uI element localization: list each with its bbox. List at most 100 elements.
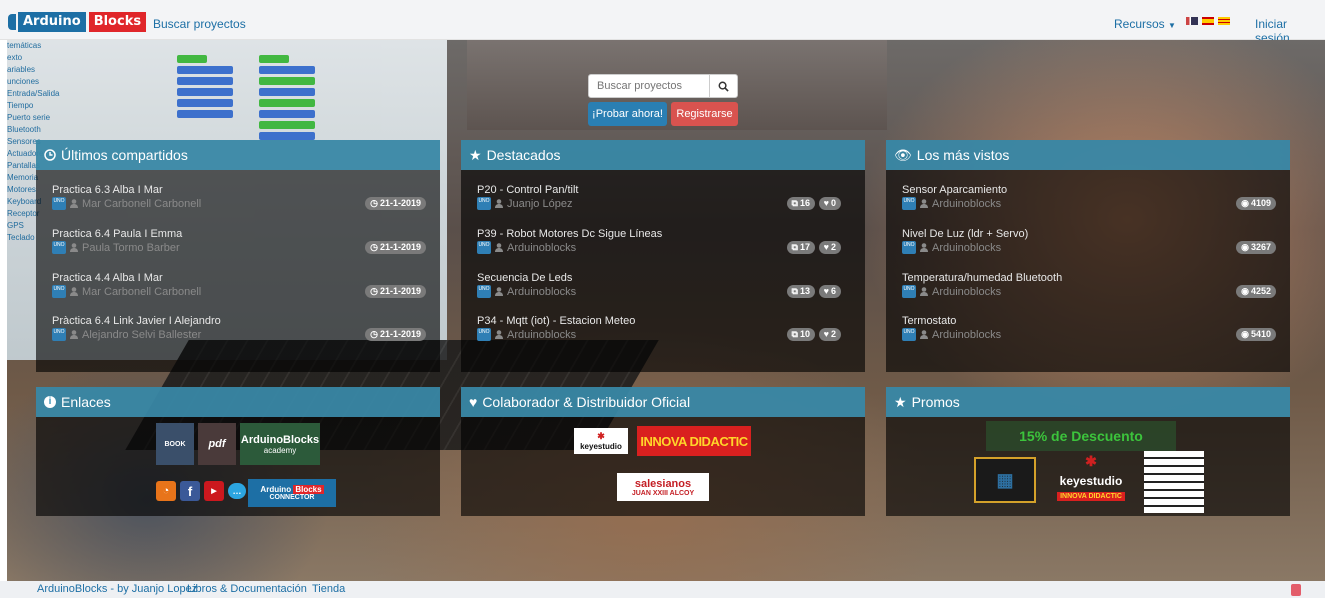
youtube-icon[interactable]: ▶ bbox=[204, 481, 224, 501]
footer-shop-link[interactable]: Tienda bbox=[312, 583, 345, 595]
uk-flag-icon[interactable] bbox=[1186, 17, 1198, 25]
valencia-flag-icon[interactable] bbox=[1218, 17, 1230, 25]
heart-icon: ♥ bbox=[823, 329, 829, 339]
arduino-uno-icon: UNO bbox=[477, 285, 491, 298]
project-owner: Arduinoblocks bbox=[932, 197, 1002, 210]
spain-flag-icon[interactable] bbox=[1202, 17, 1214, 25]
user-icon bbox=[920, 199, 928, 208]
project-meta: UNO Arduinoblocks bbox=[902, 241, 1001, 254]
info-icon: i bbox=[44, 396, 56, 408]
links-panel-title: Enlaces bbox=[61, 394, 111, 410]
project-meta: UNO Arduinoblocks bbox=[902, 328, 1001, 341]
project-owner: Alejandro Selvi Ballester bbox=[82, 328, 202, 341]
date-badge: ◷ 21-1-2019 bbox=[365, 241, 426, 254]
project-title[interactable]: Practica 6.3 Alba I Mar bbox=[52, 184, 430, 196]
hero-search-box bbox=[588, 74, 738, 98]
book-cover-1[interactable]: BOOK bbox=[156, 423, 194, 465]
innova-didactic-logo[interactable]: INNOVA DIDACTIC bbox=[637, 426, 751, 456]
most-viewed-item[interactable]: Nivel De Luz (ldr + Servo) UNO Arduinobl… bbox=[902, 228, 1280, 268]
arduino-uno-icon: UNO bbox=[902, 328, 916, 341]
nav-resources-dropdown[interactable]: Recursos ▼ bbox=[1114, 17, 1176, 31]
project-title[interactable]: Temperatura/humedad Bluetooth bbox=[902, 272, 1280, 284]
views-badge: ◉ 3267 bbox=[1236, 241, 1276, 254]
hero-search-button[interactable] bbox=[709, 75, 737, 97]
latest-item[interactable]: Practica 4.4 Alba I Mar UNO Mar Carbonel… bbox=[52, 272, 430, 312]
connector-link[interactable]: Arduino Blocks CONNECTOR bbox=[248, 479, 336, 507]
bookmark-icon[interactable] bbox=[1291, 584, 1301, 596]
project-owner: Mar Carbonell Carbonell bbox=[82, 285, 202, 298]
project-title[interactable]: Practica 6.4 Paula I Emma bbox=[52, 228, 430, 240]
project-title[interactable]: Practica 4.4 Alba I Mar bbox=[52, 272, 430, 284]
project-title[interactable]: P39 - Robot Motores Dc Sigue Líneas bbox=[477, 228, 855, 240]
most-viewed-item[interactable]: Termostato UNO Arduinoblocks ◉ 5410 bbox=[902, 315, 1280, 355]
featured-item[interactable]: Secuencia De Leds UNO Arduinoblocks ⧉ 13 … bbox=[477, 272, 855, 312]
project-title[interactable]: Pràctica 6.4 Link Javier I Alejandro bbox=[52, 315, 430, 327]
date-badge: ◷ 21-1-2019 bbox=[365, 328, 426, 341]
project-title[interactable]: P34 - Mqtt (iot) - Estacion Meteo bbox=[477, 315, 855, 327]
project-owner: Arduinoblocks bbox=[507, 285, 577, 298]
academy-link[interactable]: ArduinoBlocks academy bbox=[240, 423, 320, 465]
keyestudio-logo[interactable]: ✱ keyestudio bbox=[574, 428, 628, 454]
latest-item[interactable]: Practica 6.3 Alba I Mar UNO Mar Carbonel… bbox=[52, 184, 430, 224]
brand-part1: Arduino bbox=[18, 12, 86, 32]
eye-icon: 👁 bbox=[894, 147, 912, 163]
project-title[interactable]: P20 - Control Pan/tilt bbox=[477, 184, 855, 196]
most-viewed-item[interactable]: Sensor Aparcamiento UNO Arduinoblocks ◉ 4… bbox=[902, 184, 1280, 224]
promo-keyestudio-label: keyestudio bbox=[1059, 474, 1123, 488]
facebook-icon[interactable]: f bbox=[180, 481, 200, 501]
project-owner: Arduinoblocks bbox=[507, 328, 577, 341]
links-panel-header: i Enlaces bbox=[36, 387, 440, 417]
latest-item[interactable]: Pràctica 6.4 Link Javier I Alejandro UNO… bbox=[52, 315, 430, 355]
arduino-uno-icon: UNO bbox=[902, 241, 916, 254]
footer-docs-link[interactable]: Libros & Documentación bbox=[187, 583, 307, 595]
nav-search-projects-link[interactable]: Buscar proyectos bbox=[153, 17, 246, 31]
project-meta: UNO Mar Carbonell Carbonell bbox=[52, 197, 201, 210]
project-meta: UNO Juanjo López bbox=[477, 197, 572, 210]
arduino-uno-icon: UNO bbox=[477, 197, 491, 210]
register-button[interactable]: Registrarse bbox=[671, 102, 738, 126]
views-value: 5410 bbox=[1250, 329, 1271, 339]
most-viewed-panel-title: Los más vistos bbox=[916, 147, 1010, 163]
discount-banner[interactable]: 15% de Descuento bbox=[986, 421, 1176, 451]
featured-item[interactable]: P34 - Mqtt (iot) - Estacion Meteo UNO Ar… bbox=[477, 315, 855, 355]
footer-credit-link[interactable]: ArduinoBlocks - by Juanjo Lopez bbox=[37, 583, 197, 595]
featured-item[interactable]: P20 - Control Pan/tilt UNO Juanjo López … bbox=[477, 184, 855, 224]
arduino-board-image[interactable]: ▦ bbox=[974, 457, 1036, 503]
promo-brands[interactable]: ✱ keyestudio INNOVA DIDACTIC bbox=[1046, 451, 1136, 503]
clock-icon: ◷ bbox=[370, 329, 378, 339]
featured-item[interactable]: P39 - Robot Motores Dc Sigue Líneas UNO … bbox=[477, 228, 855, 268]
chat-icon[interactable]: … bbox=[228, 483, 246, 499]
pdf-book-link[interactable]: pdf bbox=[198, 423, 236, 465]
most-viewed-item[interactable]: Temperatura/humedad Bluetooth UNO Arduin… bbox=[902, 272, 1280, 312]
arduino-uno-icon: UNO bbox=[52, 328, 66, 341]
connector-brand-part1: Arduino bbox=[260, 485, 292, 494]
bg-side-item: unciones bbox=[7, 77, 40, 86]
copy-icon: ⧉ bbox=[791, 242, 798, 252]
brand-logo[interactable]: Arduino Blocks bbox=[8, 12, 147, 32]
user-icon bbox=[920, 330, 928, 339]
project-meta: UNO Mar Carbonell Carbonell bbox=[52, 285, 201, 298]
heart-icon: ♥ bbox=[823, 242, 829, 252]
keyestudio-label: keyestudio bbox=[580, 442, 622, 451]
blog-icon[interactable]: ◔ bbox=[156, 481, 176, 501]
copy-icon: ⧉ bbox=[791, 198, 798, 208]
hero-search-input[interactable] bbox=[589, 75, 709, 97]
bg-side-item: ariables bbox=[7, 65, 36, 74]
project-owner: Juanjo López bbox=[507, 197, 573, 210]
views-badge: ◉ 4109 bbox=[1236, 197, 1276, 210]
latest-item[interactable]: Practica 6.4 Paula I Emma UNO Paula Torm… bbox=[52, 228, 430, 268]
project-title[interactable]: Nivel De Luz (ldr + Servo) bbox=[902, 228, 1280, 240]
user-icon bbox=[70, 199, 78, 208]
clock-icon: ◷ bbox=[370, 198, 378, 208]
sensor-kit-image[interactable] bbox=[1144, 451, 1204, 513]
views-value: 3267 bbox=[1250, 242, 1271, 252]
try-now-button[interactable]: ¡Probar ahora! bbox=[588, 102, 667, 126]
featured-panel-title: Destacados bbox=[486, 147, 561, 163]
project-title[interactable]: Sensor Aparcamiento bbox=[902, 184, 1280, 196]
copies-badge: ⧉ 13 bbox=[786, 285, 815, 298]
project-title[interactable]: Termostato bbox=[902, 315, 1280, 327]
salesianos-logo[interactable]: salesianos JUAN XXIII ALCOY bbox=[617, 473, 709, 501]
project-owner: Arduinoblocks bbox=[932, 241, 1002, 254]
likes-badge: ♥ 0 bbox=[818, 197, 841, 210]
project-title[interactable]: Secuencia De Leds bbox=[477, 272, 855, 284]
